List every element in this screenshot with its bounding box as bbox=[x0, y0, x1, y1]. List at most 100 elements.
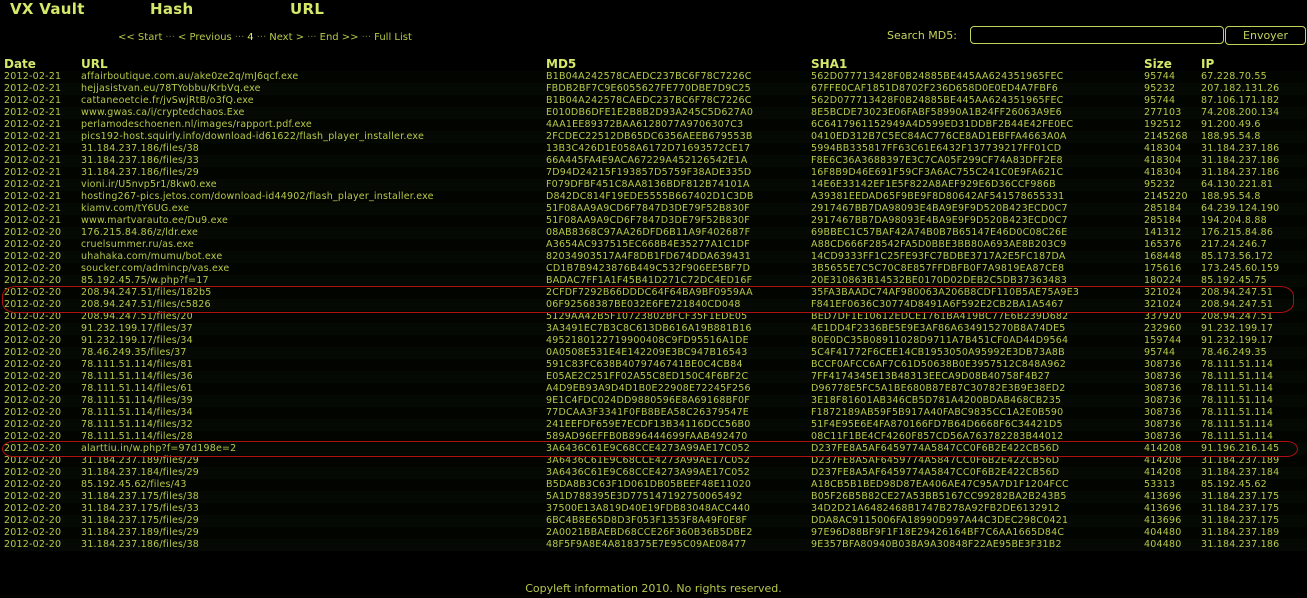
cell-md5-link[interactable]: 2A0021BBAEBD68CCE26F360B36B5DBE2 bbox=[546, 527, 753, 538]
cell-url-link[interactable]: vioni.ir/U5nvp5r1/8kw0.exe bbox=[81, 179, 217, 190]
cell-url-link[interactable]: 78.111.51.114/files/34 bbox=[81, 407, 193, 418]
cell-md5-link[interactable]: 66A445FA4E9ACA67229A452126542E1A bbox=[546, 155, 747, 166]
cell-md5-link[interactable]: B1B04A242578CAEDC237BC6F78C7226C bbox=[546, 71, 752, 82]
envoyer-button[interactable]: Envoyer bbox=[1225, 26, 1306, 45]
cell-md5-link[interactable]: B1B04A242578CAEDC237BC6F78C7226C bbox=[546, 95, 752, 106]
cell-url-link[interactable]: 31.184.237.175/files/38 bbox=[81, 491, 199, 502]
cell-url-link[interactable]: 78.46.249.35/files/37 bbox=[81, 347, 187, 358]
pager-start-link[interactable]: << Start bbox=[118, 32, 162, 43]
cell-ip-link[interactable]: 91.232.199.17 bbox=[1201, 323, 1273, 334]
cell-md5-link[interactable]: 2CFDF7292B66DDDC64F64BA9BF0959AA bbox=[546, 287, 753, 298]
cell-md5-link[interactable]: FBDB2BF7C9E6055627FE770DBE7D9C25 bbox=[546, 83, 751, 94]
cell-url-link[interactable]: 85.192.45.75/w.php?f=17 bbox=[81, 275, 209, 286]
cell-md5-link[interactable]: 51F08AA9A9CD6F7847D3DE79F52B830F bbox=[546, 215, 750, 226]
cell-ip-link[interactable]: 31.184.237.175 bbox=[1201, 491, 1279, 502]
cell-ip-link[interactable]: 91.232.199.17 bbox=[1201, 335, 1273, 346]
cell-ip-link[interactable]: 173.245.60.159 bbox=[1201, 263, 1279, 274]
cell-md5-link[interactable]: A3654AC937515EC668B4E35277A1C1DF bbox=[546, 239, 750, 250]
nav-link-hash[interactable]: Hash bbox=[150, 0, 193, 18]
cell-url-link[interactable]: 31.184.237.186/files/38 bbox=[81, 539, 199, 550]
cell-url-link[interactable]: kiamv.com/tY6UG.exe bbox=[81, 203, 189, 214]
cell-url-link[interactable]: 78.111.51.114/files/39 bbox=[81, 395, 193, 406]
cell-ip-link[interactable]: 31.184.237.175 bbox=[1201, 515, 1279, 526]
cell-md5-link[interactable]: 6BC4B8E65D8D3F053F1353F8A49F0E8F bbox=[546, 515, 747, 526]
cell-md5-link[interactable]: F079DFBF451C8AA8136BDF812B74101A bbox=[546, 179, 750, 190]
cell-md5-link[interactable]: BADAC7FF1A1F45B41D271C72DC4ED16F bbox=[546, 275, 752, 286]
cell-url-link[interactable]: www.gwas.ca/i/cryptedchaos.Exe bbox=[81, 107, 245, 118]
cell-url-link[interactable]: cattaneoetcie.fr/jvSwjRtB/o3fQ.exe bbox=[81, 95, 254, 106]
cell-ip-link[interactable]: 78.111.51.114 bbox=[1201, 419, 1273, 430]
cell-url-link[interactable]: 78.111.51.114/files/81 bbox=[81, 359, 193, 370]
cell-url-link[interactable]: perlamodeschoenen.nl/images/rapport.pdf.… bbox=[81, 119, 312, 130]
cell-ip-link[interactable]: 31.184.237.189 bbox=[1201, 527, 1279, 538]
cell-url-link[interactable]: 208.94.247.51/files/182b5 bbox=[81, 287, 212, 298]
cell-ip-link[interactable]: 91.196.216.145 bbox=[1201, 443, 1279, 454]
cell-url-link[interactable]: 85.192.45.62/files/43 bbox=[81, 479, 187, 490]
cell-url-link[interactable]: 208.94.247.51/files/c5826 bbox=[81, 299, 211, 310]
cell-ip-link[interactable]: 176.215.84.86 bbox=[1201, 227, 1273, 238]
cell-md5-link[interactable]: 5129AA42B5F10723802BFCF35F1EDE05 bbox=[546, 311, 747, 322]
cell-md5-link[interactable]: 9E1C4FDC024DD9880596E8A69168BF0F bbox=[546, 395, 750, 406]
cell-ip-link[interactable]: 67.228.70.55 bbox=[1201, 71, 1267, 82]
cell-md5-link[interactable]: 77DCAA3F3341F0FB8BEA58C26379547E bbox=[546, 407, 749, 418]
cell-ip-link[interactable]: 64.130.221.81 bbox=[1201, 179, 1273, 190]
cell-url-link[interactable]: soucker.com/admincp/vas.exe bbox=[81, 263, 229, 274]
cell-url-link[interactable]: alarttiu.in/w.php?f=97d198e=2 bbox=[81, 443, 236, 454]
cell-ip-link[interactable]: 31.184.237.184 bbox=[1201, 467, 1279, 478]
cell-ip-link[interactable]: 217.24.246.7 bbox=[1201, 239, 1267, 250]
cell-md5-link[interactable]: 5A1D788395E3D775147192750065492 bbox=[546, 491, 743, 502]
cell-url-link[interactable]: 31.184.237.175/files/33 bbox=[81, 503, 199, 514]
cell-url-link[interactable]: affairboutique.com.au/ake0ze2q/mJ6qcf.ex… bbox=[81, 71, 298, 82]
cell-url-link[interactable]: hosting267-pics.jetos.com/download-id449… bbox=[81, 191, 434, 202]
cell-ip-link[interactable]: 208.94.247.51 bbox=[1201, 299, 1273, 310]
cell-url-link[interactable]: 31.184.237.186/files/33 bbox=[81, 155, 199, 166]
cell-ip-link[interactable]: 78.111.51.114 bbox=[1201, 407, 1273, 418]
cell-ip-link[interactable]: 31.184.237.186 bbox=[1201, 539, 1279, 550]
cell-md5-link[interactable]: 591C83FC638B4079746741BE0C4CB84 bbox=[546, 359, 743, 370]
cell-ip-link[interactable]: 91.200.49.6 bbox=[1201, 119, 1261, 130]
cell-ip-link[interactable]: 78.111.51.114 bbox=[1201, 431, 1273, 442]
cell-ip-link[interactable]: 78.46.249.35 bbox=[1201, 347, 1267, 358]
cell-ip-link[interactable]: 31.184.237.186 bbox=[1201, 143, 1279, 154]
pager-end-link[interactable]: End >> bbox=[320, 32, 359, 43]
cell-md5-link[interactable]: 3A6436C61E9C68CCE4273A99AE17C052 bbox=[546, 455, 750, 466]
cell-md5-link[interactable]: 4952180122719900408C9FD95516A1DE bbox=[546, 335, 749, 346]
cell-url-link[interactable]: uhahaka.com/mumu/bot.exe bbox=[81, 251, 222, 262]
cell-md5-link[interactable]: 82034903517A4F8DB1FD674DDA639431 bbox=[546, 251, 751, 262]
cell-md5-link[interactable]: 589AD96EFFB0B896444699FAAB492470 bbox=[546, 431, 747, 442]
cell-md5-link[interactable]: 48F5F9A8E4A818375E7E95C09AE08477 bbox=[546, 539, 746, 550]
cell-md5-link[interactable]: 13B3C426D1E058A6172D71693572CE17 bbox=[546, 143, 750, 154]
cell-url-link[interactable]: pics192-host.squirly.info/download-id616… bbox=[81, 131, 424, 142]
cell-ip-link[interactable]: 188.95.54.8 bbox=[1201, 131, 1261, 142]
cell-url-link[interactable]: www.martvarauto.ee/Du9.exe bbox=[81, 215, 228, 226]
cell-md5-link[interactable]: 08AB8368C97AA26DFD6B11A9F402687F bbox=[546, 227, 750, 238]
cell-url-link[interactable]: 208.94.247.51/files/20 bbox=[81, 311, 193, 322]
cell-md5-link[interactable]: 51F08AA9A9CD6F7847D3DE79F52B830F bbox=[546, 203, 750, 214]
cell-ip-link[interactable]: 31.184.237.186 bbox=[1201, 167, 1279, 178]
cell-md5-link[interactable]: 3A6436C61E9C68CCE4273A99AE17C052 bbox=[546, 467, 750, 478]
cell-url-link[interactable]: 78.111.51.114/files/32 bbox=[81, 419, 193, 430]
cell-md5-link[interactable]: 37500E13A819D40E19FDB83048ACC440 bbox=[546, 503, 750, 514]
cell-ip-link[interactable]: 85.192.45.75 bbox=[1201, 275, 1267, 286]
cell-ip-link[interactable]: 208.94.247.51 bbox=[1201, 287, 1273, 298]
cell-ip-link[interactable]: 78.111.51.114 bbox=[1201, 395, 1273, 406]
cell-md5-link[interactable]: E05AE2C251FF02A55C8ED150C4F6BF2C bbox=[546, 371, 748, 382]
cell-url-link[interactable]: 78.111.51.114/files/61 bbox=[81, 383, 193, 394]
cell-md5-link[interactable]: 06F92568387BE032E6FE721840CD048 bbox=[546, 299, 741, 310]
cell-url-link[interactable]: hejjasistvan.eu/78TYobbu/KrbVq.exe bbox=[81, 83, 261, 94]
cell-md5-link[interactable]: 241EEFDF659E7ECDF13B34116DCC56B0 bbox=[546, 419, 750, 430]
cell-ip-link[interactable]: 208.94.247.51 bbox=[1201, 311, 1273, 322]
cell-md5-link[interactable]: 4AA1EE89372BAA6128077A9706307C3 bbox=[546, 119, 743, 130]
cell-ip-link[interactable]: 78.111.51.114 bbox=[1201, 371, 1273, 382]
cell-url-link[interactable]: 31.184.237.186/files/29 bbox=[81, 167, 199, 178]
cell-ip-link[interactable]: 78.111.51.114 bbox=[1201, 359, 1273, 370]
cell-ip-link[interactable]: 188.95.54.8 bbox=[1201, 191, 1261, 202]
cell-md5-link[interactable]: D842DC814F19EDE5555B667402D1C3DB bbox=[546, 191, 754, 202]
cell-ip-link[interactable]: 74.208.200.134 bbox=[1201, 107, 1279, 118]
cell-url-link[interactable]: 31.184.237.189/files/29 bbox=[81, 527, 199, 538]
cell-md5-link[interactable]: 2FCDEC22512DB65DC6356AEEB679553B bbox=[546, 131, 753, 142]
cell-ip-link[interactable]: 194.204.8.88 bbox=[1201, 215, 1267, 226]
cell-ip-link[interactable]: 64.239.124.190 bbox=[1201, 203, 1279, 214]
cell-ip-link[interactable]: 31.184.237.189 bbox=[1201, 455, 1279, 466]
pager-previous-link[interactable]: < Previous bbox=[178, 32, 232, 43]
